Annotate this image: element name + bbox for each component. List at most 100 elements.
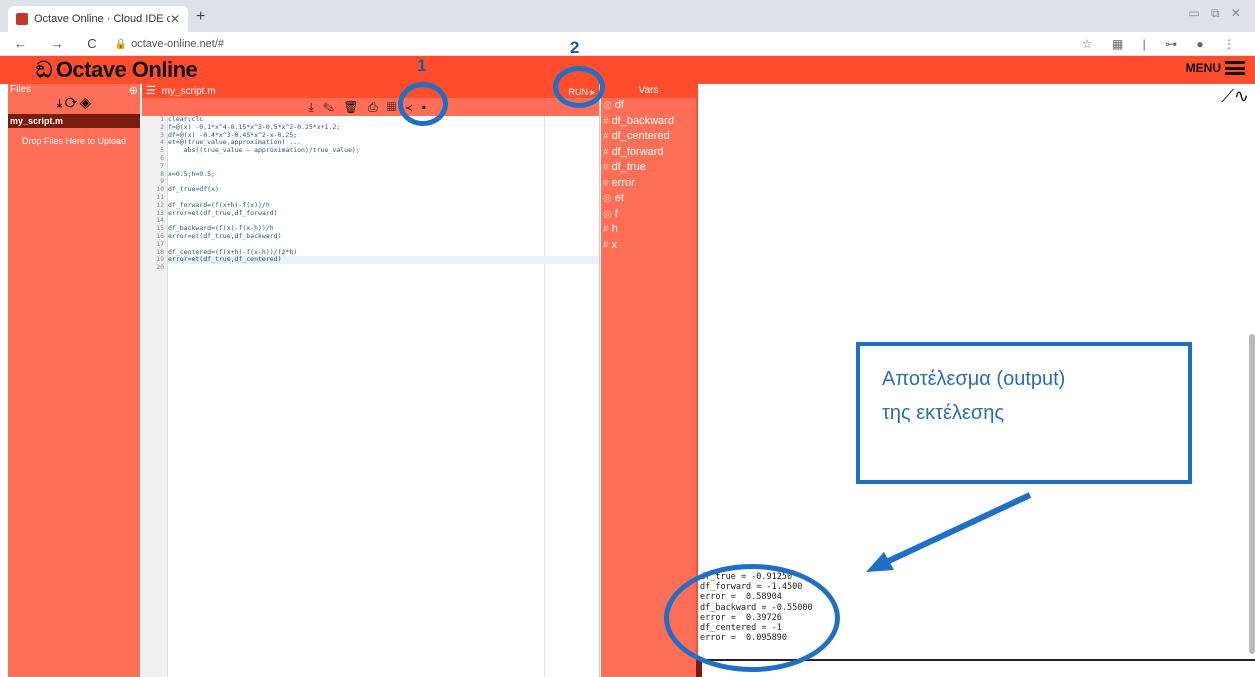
- octave-logo-icon: ඞ: [36, 57, 52, 82]
- code-text-span: df_true=df(x): [168, 185, 219, 194]
- var-name: df: [614, 99, 624, 111]
- plot-icon[interactable]: ⟋∿: [1221, 86, 1249, 107]
- var-name: df_centered: [611, 130, 670, 142]
- url-field[interactable]: 🔒 octave-online.net/#: [115, 38, 224, 50]
- var-item[interactable]: # x: [601, 238, 696, 254]
- var-item[interactable]: # df_backward: [601, 114, 696, 130]
- annotation-ring-output: [664, 564, 840, 672]
- code-text-span: f=@(x) -0.1*x^4-0.15*x^3-0.5*x^2-0.25*x+…: [168, 122, 341, 131]
- code-text-span: df=@(x) -0.4*x^3-0.45*x^2-x-0.25;: [168, 130, 298, 139]
- var-type-icon: ◎: [603, 193, 612, 204]
- console-prompt[interactable]: [696, 661, 702, 677]
- tab-title: Octave Online · Cloud IDE compatib: [34, 13, 170, 25]
- code-text-span: df_centered=(f(x+h)-f(x-h))/(2*h): [168, 247, 298, 256]
- browser-tab[interactable]: Octave Online · Cloud IDE compatib ✕: [8, 6, 188, 32]
- callout-line-1: Αποτέλεσμα (output): [882, 368, 1066, 390]
- var-item[interactable]: ◎ df: [601, 98, 696, 114]
- code-line[interactable]: 8 x=0.5;h=0.5;: [160, 169, 599, 179]
- tab-close-icon[interactable]: ✕: [170, 12, 180, 26]
- editor-panel: ☰ my_script.m RUN ▸ ⤓ ✎ 🗑 ⎙ ▦ ≺ ▪ 1 clear…: [142, 84, 600, 677]
- var-type-icon: #: [603, 224, 609, 235]
- var-type-icon: #: [603, 162, 609, 173]
- annotation-callout: Αποτέλεσμα (output) της εκτέλεσης: [856, 342, 1192, 484]
- code-text[interactable]: 1 clear;clc 2 f=@(x) -0.1*x^4-0.15*x^3-0.5*…: [156, 115, 599, 677]
- code-text-span: df_forward=(f(x+h)-f(x))/h: [168, 200, 270, 209]
- code-line[interactable]: 7: [160, 162, 599, 171]
- annotation-ring-save: [398, 82, 448, 126]
- var-item[interactable]: ◎ f: [601, 207, 696, 223]
- code-line[interactable]: 5 abs((true_value - approximation)/true_…: [160, 146, 599, 155]
- window-controls[interactable]: ▭ ⧉ ✕: [1188, 6, 1245, 21]
- code-line[interactable]: 13 error=et(df_true,df_forward): [156, 209, 599, 218]
- var-name: h: [611, 223, 618, 235]
- var-name: df_true: [611, 161, 646, 173]
- app-header: ඞ Octave Online MENU: [0, 56, 1255, 84]
- var-type-icon: ◎: [603, 100, 612, 111]
- editor-header: ☰ my_script.m RUN ▸: [142, 84, 599, 98]
- code-text-span: clear;clc: [168, 115, 204, 123]
- var-name: et: [614, 192, 624, 204]
- code-text-span: error=et(df_true,df_centered): [168, 255, 282, 264]
- code-line[interactable]: 19 error=et(df_true,df_centered): [156, 255, 599, 265]
- var-type-icon: ◎: [603, 208, 612, 220]
- browser-extension-icons[interactable]: ☆ ▦ | ⊶ ● ⋮: [1082, 37, 1243, 51]
- callout-line-2: της εκτέλεσης: [882, 402, 1004, 424]
- menu-label: MENU: [1185, 61, 1221, 75]
- address-bar: ← → C 🔒 octave-online.net/# ☆ ▦ | ⊶ ● ⋮: [0, 32, 1255, 56]
- url-text: octave-online.net/#: [131, 37, 225, 50]
- code-text-span: abs((true_value - approximation)/true_va…: [168, 146, 360, 155]
- octave-logo[interactable]: ඞ Octave Online: [36, 57, 198, 83]
- vars-header: Vars: [601, 84, 696, 98]
- lock-icon: 🔒: [114, 38, 128, 50]
- code-text-span: et=@(true_value,approximation) ...: [168, 138, 302, 147]
- vars-list: ◎ df # df_backward # df_centered # df_forward # d…: [601, 98, 696, 253]
- line-number: 20: [156, 263, 164, 272]
- code-line[interactable]: 9: [160, 178, 599, 186]
- var-item[interactable]: # df_forward: [601, 145, 696, 161]
- hamburger-icon: [1225, 61, 1245, 75]
- code-text-span: error=et(df_true,df_backward): [168, 231, 282, 240]
- var-type-icon: #: [603, 146, 609, 158]
- var-item[interactable]: # df_true: [601, 160, 696, 176]
- octave-favicon-icon: [16, 13, 28, 25]
- browser-tab-bar: Octave Online · Cloud IDE compatib ✕ + ▭…: [0, 0, 1255, 32]
- code-line[interactable]: 6: [160, 154, 599, 163]
- nav-buttons[interactable]: ← → C: [14, 36, 107, 51]
- annotation-number-2: 2: [570, 38, 580, 57]
- var-type-icon: #: [603, 239, 609, 251]
- files-panel: Files ⊕ ⤓ ⟳ ◈ my_script.m Drop Files Her…: [8, 84, 140, 677]
- new-tab-button[interactable]: +: [196, 8, 205, 26]
- code-line[interactable]: 20: [156, 263, 599, 272]
- var-name: df_forward: [611, 145, 664, 158]
- var-type-icon: #: [603, 177, 609, 189]
- var-item[interactable]: # df_centered: [601, 129, 696, 145]
- var-type-icon: #: [603, 131, 609, 142]
- files-title: Files: [10, 84, 32, 95]
- var-item[interactable]: # h: [601, 222, 696, 238]
- var-name: x: [611, 238, 618, 251]
- code-text-span: df_backward=(f(x)-f(x-h))/h: [168, 224, 274, 233]
- code-line[interactable]: 10 df_true=df(x): [156, 185, 599, 194]
- annotation-ring-run: [553, 66, 605, 108]
- add-file-icon[interactable]: ⊕: [129, 84, 138, 97]
- editor-menu-icon[interactable]: ☰: [146, 85, 156, 97]
- var-name: error: [611, 176, 635, 189]
- code-area[interactable]: 1 clear;clc 2 f=@(x) -0.1*x^4-0.15*x^3-0.5*…: [142, 115, 599, 677]
- editor-toolbar[interactable]: ⤓ ✎ 🗑 ⎙ ▦ ≺ ▪: [142, 98, 599, 116]
- drop-zone[interactable]: Drop Files Here to Upload: [8, 136, 140, 146]
- code-line[interactable]: 16 error=et(df_true,df_backward): [156, 231, 599, 241]
- var-name: df_backward: [611, 114, 674, 127]
- annotation-number-1: 1: [417, 56, 427, 75]
- var-type-icon: #: [603, 115, 609, 127]
- menu-button[interactable]: MENU: [1186, 61, 1245, 75]
- var-item[interactable]: # error: [601, 176, 696, 192]
- var-item[interactable]: ◎ et: [601, 191, 696, 207]
- code-text-span: x=0.5;h=0.5;: [168, 169, 215, 178]
- file-item[interactable]: my_script.m: [8, 114, 140, 128]
- editor-filename: my_script.m: [161, 86, 216, 97]
- var-name: f: [614, 207, 618, 220]
- files-toolbar[interactable]: ⤓ ⟳ ◈: [8, 98, 140, 114]
- logo-text: Octave Online: [55, 57, 198, 82]
- output-scrollbar[interactable]: [1249, 334, 1255, 654]
- files-header: Files ⊕: [8, 84, 140, 98]
